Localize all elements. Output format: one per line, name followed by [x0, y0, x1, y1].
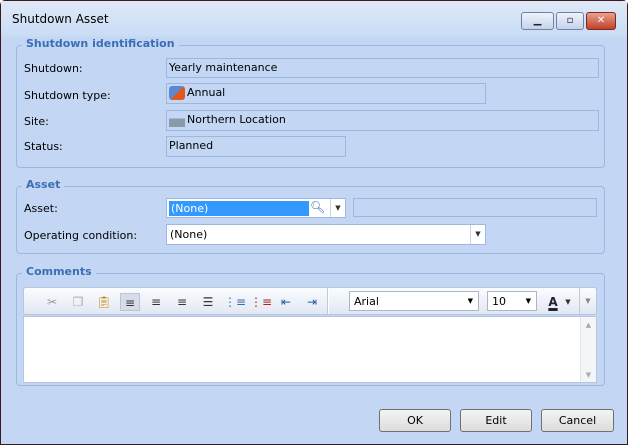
align-center-icon[interactable]: ≡	[146, 293, 166, 311]
maximize-button[interactable]: ▫	[556, 12, 584, 30]
cut-icon[interactable]: ✂	[42, 293, 62, 311]
search-icon[interactable]: 🔍︎	[310, 200, 325, 214]
shutdown-field: Yearly maintenance	[166, 58, 599, 78]
calendar-clock-icon	[169, 86, 185, 100]
site-field: Northern Location	[166, 110, 599, 131]
shutdown-asset-dialog: Shutdown Asset ▁ ▫ ✕ Shutdown identifica…	[0, 0, 628, 445]
ok-button[interactable]: OK	[379, 409, 451, 432]
status-field: Planned	[166, 136, 346, 157]
cancel-button[interactable]: Cancel	[541, 409, 614, 432]
operating-condition-value: (None)	[170, 228, 208, 241]
numbered-list-icon[interactable]: ⋮≡	[250, 293, 272, 311]
operating-condition-select[interactable]: (None) ▼	[166, 224, 486, 245]
shutdown-type-label: Shutdown type:	[24, 89, 111, 102]
site-label: Site:	[24, 115, 49, 128]
status-label: Status:	[24, 140, 63, 153]
shutdown-type-field: Annual	[166, 83, 486, 104]
font-select[interactable]: Arial ▼	[349, 291, 479, 311]
close-button[interactable]: ✕	[586, 12, 616, 30]
formatting-toolbar: ✂ ❐ 📋︎ ≡ ≡ ≡ ☰ ⋮≡ ⋮≡ ⇤ ⇥ Arial ▼ 10 ▼ A ▼ …	[23, 287, 597, 315]
align-right-icon[interactable]: ≡	[172, 293, 192, 311]
chevron-down-icon: ▼	[467, 297, 473, 305]
chevron-down-icon[interactable]: ▼	[470, 225, 485, 244]
paste-icon[interactable]: 📋︎	[94, 293, 114, 311]
chevron-down-icon[interactable]: ▼	[563, 293, 573, 311]
bullet-list-icon[interactable]: ⋮≡	[224, 293, 246, 311]
comments-editor[interactable]: ▲ ▼	[23, 316, 597, 383]
copy-icon[interactable]: ❐	[68, 293, 88, 311]
edit-button[interactable]: Edit	[460, 409, 532, 432]
shutdown-type-value: Annual	[187, 86, 226, 99]
title-bar[interactable]: Shutdown Asset ▁ ▫ ✕	[1, 1, 627, 37]
group-legend: Asset	[22, 178, 65, 191]
building-icon	[169, 113, 185, 127]
window-title: Shutdown Asset	[12, 12, 109, 26]
toolbar-divider	[327, 288, 329, 314]
minimize-button[interactable]: ▁	[521, 12, 554, 30]
operating-condition-label: Operating condition:	[24, 229, 138, 242]
site-value: Northern Location	[187, 113, 286, 126]
asset-combo[interactable]: (None) 🔍︎ ▼	[166, 198, 346, 218]
group-legend: Comments	[22, 265, 96, 278]
font-value: Arial	[354, 295, 379, 308]
justify-icon[interactable]: ☰	[198, 293, 218, 311]
align-left-icon[interactable]: ≡	[120, 293, 140, 311]
group-legend: Shutdown identification	[22, 37, 179, 50]
chevron-down-icon[interactable]: ▼	[330, 199, 345, 217]
asset-description-field	[353, 198, 597, 217]
shutdown-label: Shutdown:	[24, 62, 83, 75]
asset-value[interactable]: (None)	[169, 201, 309, 216]
chevron-down-icon: ▼	[525, 297, 531, 305]
toolbar-overflow-button[interactable]: ▼	[579, 288, 596, 314]
indent-icon[interactable]: ⇥	[302, 293, 322, 311]
font-size-select[interactable]: 10 ▼	[487, 291, 537, 311]
asset-label: Asset:	[24, 202, 58, 215]
font-size-value: 10	[492, 295, 506, 308]
vertical-scrollbar[interactable]: ▲ ▼	[580, 317, 596, 382]
font-color-icon[interactable]: A	[543, 293, 563, 311]
outdent-icon[interactable]: ⇤	[276, 293, 296, 311]
